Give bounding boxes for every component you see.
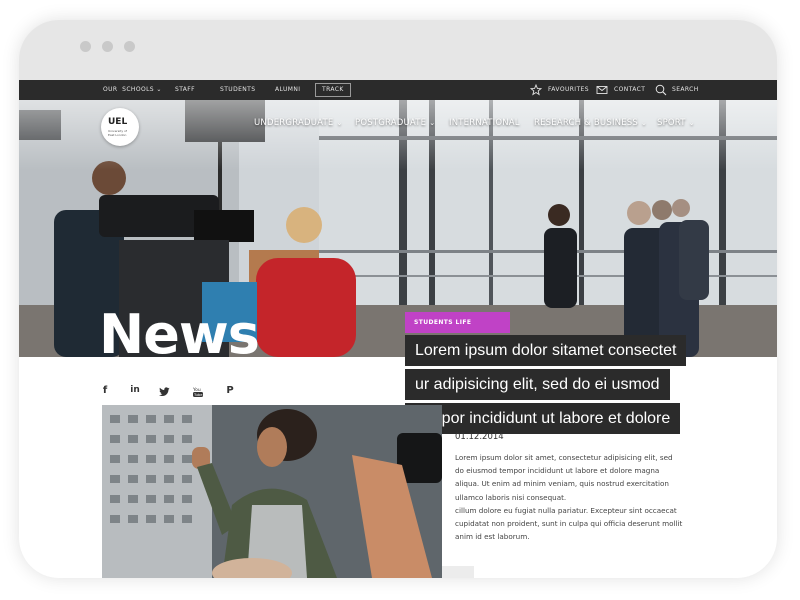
- chevron-down-icon: ⌄: [429, 119, 436, 127]
- chevron-down-icon: ⌄: [688, 119, 695, 127]
- nav-sport[interactable]: SPORT ⌄: [657, 118, 695, 132]
- article-line: ullamco laboris nisi consequat.: [455, 492, 567, 502]
- window-dot-icon: [102, 41, 113, 52]
- nav-sport-label: SPORT: [657, 118, 686, 128]
- article-line: aliqua. Ut enim ad minim veniam, quis no…: [455, 479, 669, 489]
- article-line: cillum dolore eu fugiat nulla pariatur. …: [455, 505, 677, 515]
- nav-research-label: RESEARCH & BUSINESS: [534, 118, 638, 128]
- our-label: OUR: [103, 86, 118, 93]
- browser-mockup: OUR SCHOOLS ⌄ STAFF STUDENTS ALUMNI TRAC…: [19, 20, 777, 578]
- nav-research-business[interactable]: RESEARCH & BUSINESS ⌄: [534, 118, 647, 132]
- star-icon[interactable]: [530, 84, 542, 96]
- pinterest-icon[interactable]: P: [223, 385, 237, 396]
- headline-line[interactable]: Lorem ipsum dolor sitamet consectet: [405, 335, 687, 366]
- article-date: 01.12.2014: [455, 432, 504, 442]
- facebook-icon[interactable]: f: [98, 385, 112, 396]
- nav-international-label: INTERNATIONAL: [449, 118, 520, 128]
- article-line: do eiusmod tempor incididunt ut labore e…: [455, 466, 660, 476]
- logo-text: UEL: [108, 117, 128, 127]
- contact-link[interactable]: CONTACT: [614, 80, 645, 100]
- nav-undergraduate-label: UNDERGRADUATE: [254, 118, 334, 128]
- window-dot-icon: [124, 41, 135, 52]
- nav-postgraduate[interactable]: POSTGRADUATE ⌄: [355, 118, 435, 132]
- youtube-icon[interactable]: You Tube: [192, 386, 204, 398]
- headline-text: tempor incididunt ut labore et dolore: [405, 403, 681, 434]
- twitter-icon[interactable]: [159, 387, 170, 397]
- article-body: Lorem ipsum dolor sit amet, consectetur …: [455, 451, 715, 543]
- our-schools-menu[interactable]: OUR SCHOOLS ⌄: [103, 80, 162, 100]
- students-link[interactable]: STUDENTS: [220, 80, 255, 100]
- linkedin-icon[interactable]: in: [128, 385, 142, 395]
- website-screen: OUR SCHOOLS ⌄ STAFF STUDENTS ALUMNI TRAC…: [19, 80, 777, 578]
- mail-icon[interactable]: [596, 84, 608, 96]
- search-icon[interactable]: [655, 84, 667, 96]
- headline-text: Lorem ipsum dolor sitamet consectet: [405, 335, 687, 366]
- chevron-down-icon: ⌄: [336, 119, 343, 127]
- window-dot-icon: [80, 41, 91, 52]
- category-tag[interactable]: STUDENTS LIFE: [405, 312, 510, 333]
- staff-link[interactable]: STAFF: [175, 80, 195, 100]
- chevron-down-icon: ⌄: [156, 86, 162, 93]
- chevron-down-icon: ⌄: [640, 119, 648, 127]
- logo-subtext: University of East London: [108, 129, 127, 137]
- track-button[interactable]: TRACK: [315, 83, 351, 97]
- favourites-link[interactable]: FAVOURITES: [548, 80, 589, 100]
- page-title: News: [99, 303, 260, 366]
- pagination-tab[interactable]: [442, 566, 474, 578]
- article-line: cupidatat non proident, sunt in culpa qu…: [455, 519, 683, 529]
- schools-label: SCHOOLS: [122, 86, 155, 93]
- utility-bar: OUR SCHOOLS ⌄ STAFF STUDENTS ALUMNI TRAC…: [19, 80, 777, 100]
- article-photo[interactable]: [102, 405, 442, 578]
- nav-postgraduate-label: POSTGRADUATE: [355, 118, 427, 128]
- article-line: anim id est laborum.: [455, 532, 530, 542]
- nav-undergraduate[interactable]: UNDERGRADUATE ⌄: [254, 118, 343, 132]
- headline-line[interactable]: ur adipisicing elit, sed do ei usmod: [405, 369, 670, 400]
- headline-line[interactable]: tempor incididunt ut labore et dolore: [405, 403, 681, 434]
- protest-photo: [102, 405, 442, 578]
- article-line: Lorem ipsum dolor sit amet, consectetur …: [455, 453, 673, 462]
- uel-logo[interactable]: UEL University of East London: [101, 108, 139, 146]
- svg-text:Tube: Tube: [193, 393, 203, 397]
- headline-text: ur adipisicing elit, sed do ei usmod: [405, 369, 670, 400]
- nav-international[interactable]: INTERNATIONAL: [449, 118, 520, 132]
- search-link[interactable]: SEARCH: [672, 80, 699, 100]
- alumni-link[interactable]: ALUMNI: [275, 80, 300, 100]
